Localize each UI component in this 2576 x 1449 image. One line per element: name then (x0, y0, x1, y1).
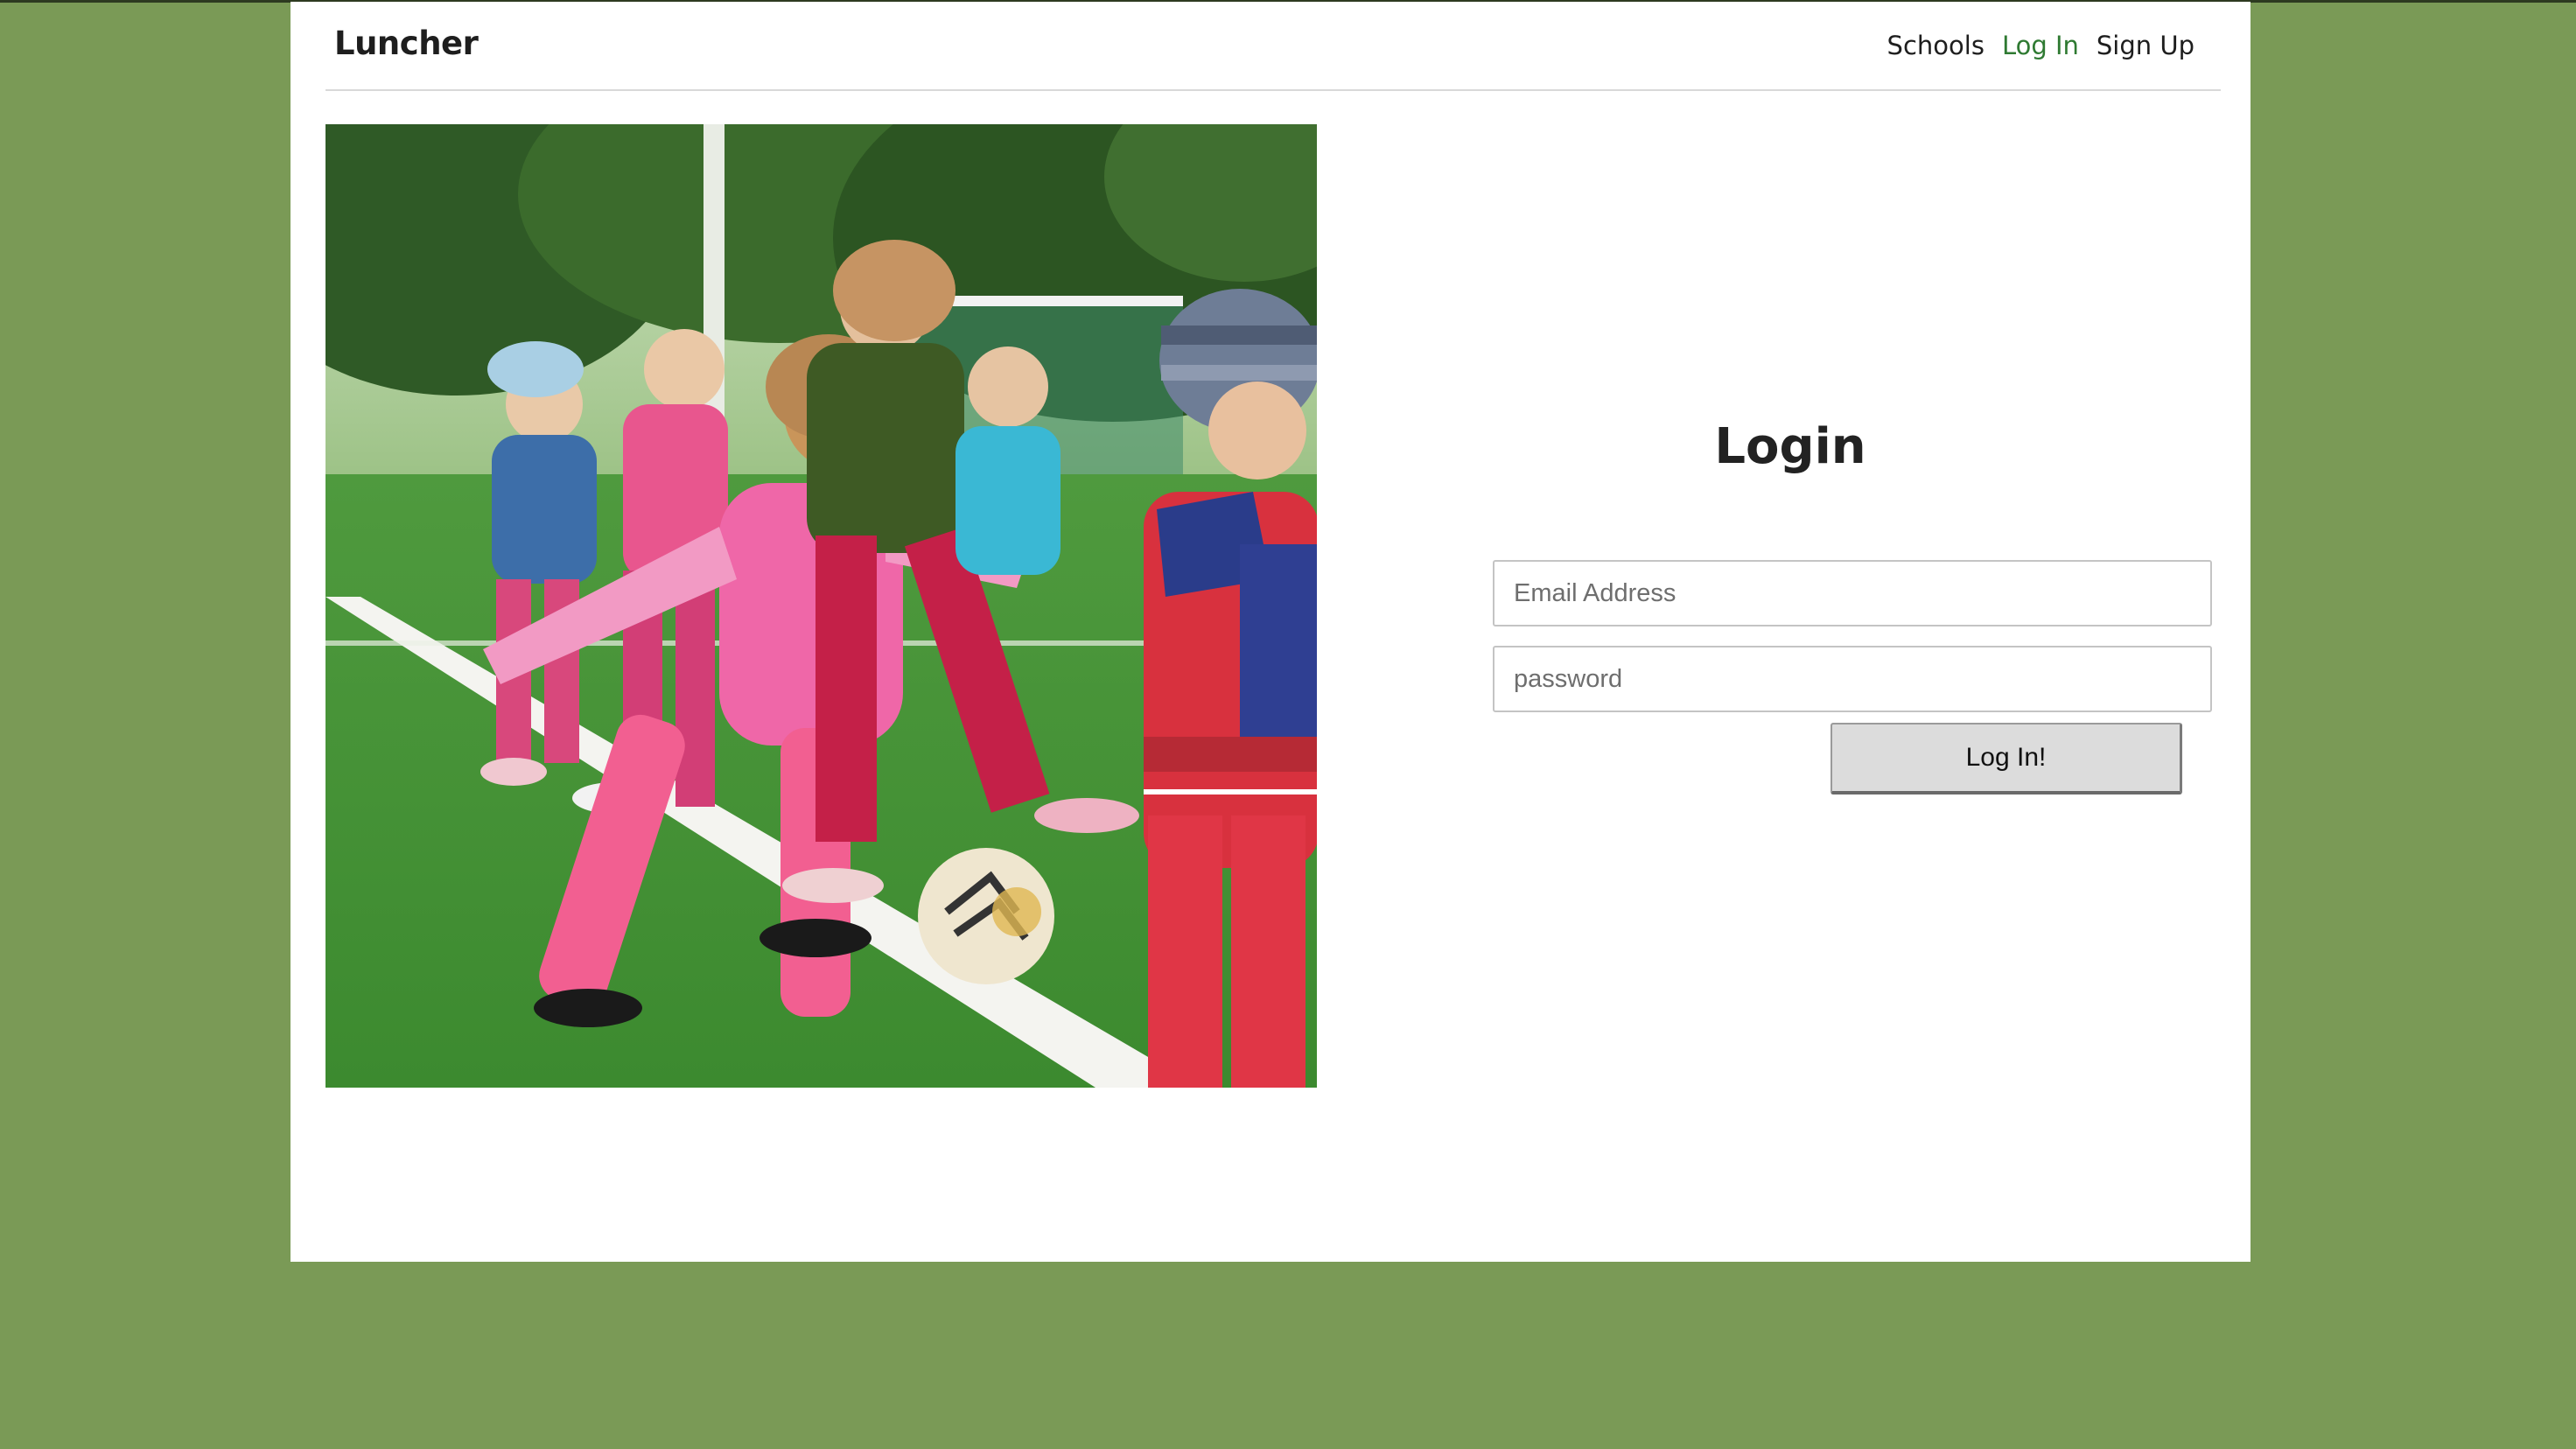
password-field[interactable] (1493, 646, 2212, 712)
email-field[interactable] (1493, 560, 2212, 626)
nav-link-signup[interactable]: Sign Up (2096, 31, 2194, 60)
nav-links: Schools Log In Sign Up (1887, 31, 2194, 60)
navbar: Luncher Schools Log In Sign Up (326, 2, 2221, 91)
login-submit-button[interactable]: Log In! (1830, 723, 2182, 794)
hero-photo (326, 124, 1317, 1088)
page-container: Luncher Schools Log In Sign Up Login Ema… (290, 2, 2250, 1262)
kids-playing-soccer-image (326, 124, 1317, 1088)
login-title: Login (1714, 418, 1866, 475)
nav-link-login[interactable]: Log In (2002, 31, 2079, 60)
brand-logo[interactable]: Luncher (334, 24, 479, 62)
nav-link-schools[interactable]: Schools (1887, 31, 1984, 60)
